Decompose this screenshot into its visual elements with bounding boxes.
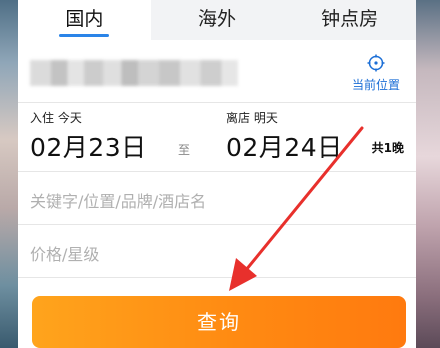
tab-overseas[interactable]: 海外 <box>150 0 284 40</box>
keyword-placeholder: 关键字/位置/品牌/酒店名 <box>30 192 207 211</box>
active-tab-indicator <box>59 34 110 37</box>
tab-overseas-label: 海外 <box>198 8 237 30</box>
hotel-search-card: 国内 海外 钟点房 当前位置 入住 今天 02月23日 至 离店 明天 02月2… <box>18 0 417 348</box>
price-star-placeholder: 价格/星级 <box>30 245 100 264</box>
price-star-field[interactable]: 价格/星级 <box>18 225 416 278</box>
destination-row[interactable]: 当前位置 <box>18 44 416 103</box>
destination-value-blurred <box>30 60 238 86</box>
tab-bar: 国内 海外 钟点房 <box>18 0 417 40</box>
nights-count: 共1晚 <box>371 141 404 155</box>
checkout-date-picker[interactable]: 离店 明天 02月24日 <box>226 109 343 164</box>
tab-domestic[interactable]: 国内 <box>18 0 151 40</box>
checkout-label: 离店 明天 <box>226 111 278 125</box>
search-button-label: 查询 <box>197 310 241 334</box>
current-location-button[interactable]: 当前位置 <box>346 54 406 94</box>
tab-hourly-room-label: 钟点房 <box>321 8 379 30</box>
date-separator: 至 <box>178 143 191 157</box>
keyword-field[interactable]: 关键字/位置/品牌/酒店名 <box>18 172 416 225</box>
tab-domestic-label: 国内 <box>65 8 104 30</box>
date-row: 入住 今天 02月23日 至 离店 明天 02月24日 共1晚 <box>18 103 416 172</box>
background-photo-right <box>414 0 440 348</box>
checkin-date: 02月23日 <box>30 133 147 162</box>
checkin-label: 入住 今天 <box>30 111 82 125</box>
crosshair-icon <box>367 54 385 72</box>
checkout-date: 02月24日 <box>226 133 343 162</box>
tab-hourly-room[interactable]: 钟点房 <box>283 0 417 40</box>
current-location-label: 当前位置 <box>351 78 400 92</box>
checkin-date-picker[interactable]: 入住 今天 02月23日 <box>30 109 147 164</box>
search-button[interactable]: 查询 <box>32 296 406 348</box>
